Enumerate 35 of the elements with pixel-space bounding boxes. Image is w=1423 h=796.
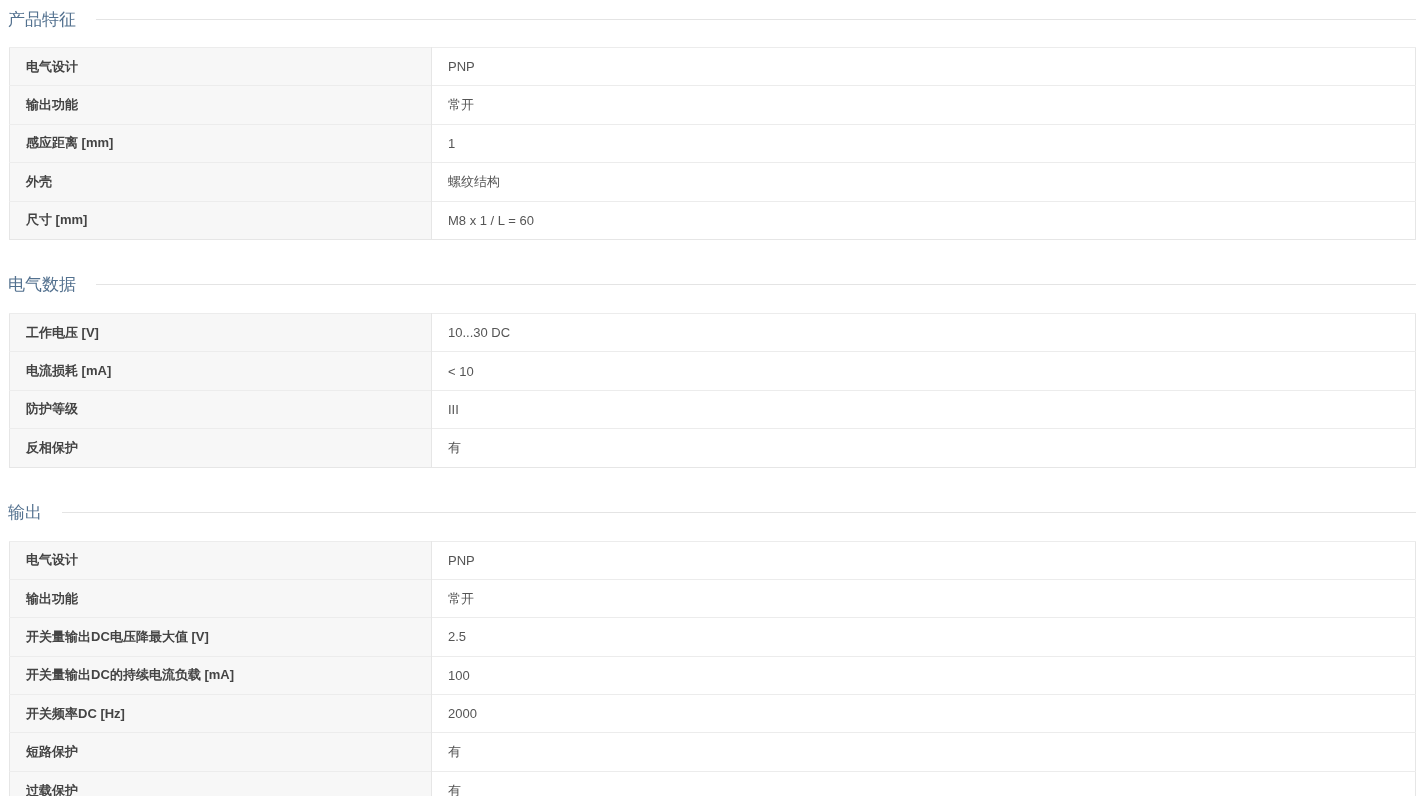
spec-label-cell: 反相保护: [9, 428, 432, 467]
spec-label-cell: 过载保护: [9, 771, 432, 796]
spec-value-cell: 2000: [431, 694, 1416, 733]
spec-value-cell: 常开: [431, 85, 1416, 125]
spec-value-cell: 有: [431, 428, 1416, 467]
spec-label-cell: 感应距离 [mm]: [9, 124, 432, 163]
spec-value-cell: PNP: [431, 541, 1416, 580]
spec-label-cell: 尺寸 [mm]: [9, 201, 432, 240]
section-title: 电气数据: [8, 274, 76, 297]
spec-value-cell: PNP: [431, 47, 1416, 86]
spec-value-cell: III: [431, 390, 1416, 429]
spec-value-cell: 螺纹结构: [431, 162, 1416, 202]
spec-value-cell: M8 x 1 / L = 60: [431, 201, 1416, 240]
spec-value-cell: 有: [431, 732, 1416, 772]
spec-label-cell: 电气设计: [9, 541, 432, 580]
spec-label-cell: 输出功能: [9, 85, 432, 125]
spec-label-cell: 防护等级: [9, 390, 432, 429]
spec-value-cell: 2.5: [431, 617, 1416, 657]
spec-value-cell: 100: [431, 656, 1416, 695]
spec-label-cell: 短路保护: [9, 732, 432, 772]
spec-value-cell: 常开: [431, 579, 1416, 618]
section-title: 产品特征: [8, 8, 76, 31]
spec-label-cell: 输出功能: [9, 579, 432, 618]
section-title: 输出: [8, 502, 42, 524]
spec-value-cell: 10...30 DC: [431, 313, 1416, 352]
spec-label-cell: 工作电压 [V]: [9, 313, 432, 352]
spec-label-cell: 电气设计: [9, 47, 432, 86]
spec-label-cell: 外壳: [9, 162, 432, 202]
spec-label-cell: 开关量输出DC的持续电流负载 [mA]: [9, 656, 432, 695]
spec-value-cell: 有: [431, 771, 1416, 796]
spec-label-cell: 开关量输出DC电压降最大值 [V]: [9, 617, 432, 657]
spec-value-cell: < 10: [431, 351, 1416, 391]
spec-value-cell: 1: [431, 124, 1416, 163]
spec-label-cell: 电流损耗 [mA]: [9, 351, 432, 391]
spec-label-cell: 开关频率DC [Hz]: [9, 694, 432, 733]
